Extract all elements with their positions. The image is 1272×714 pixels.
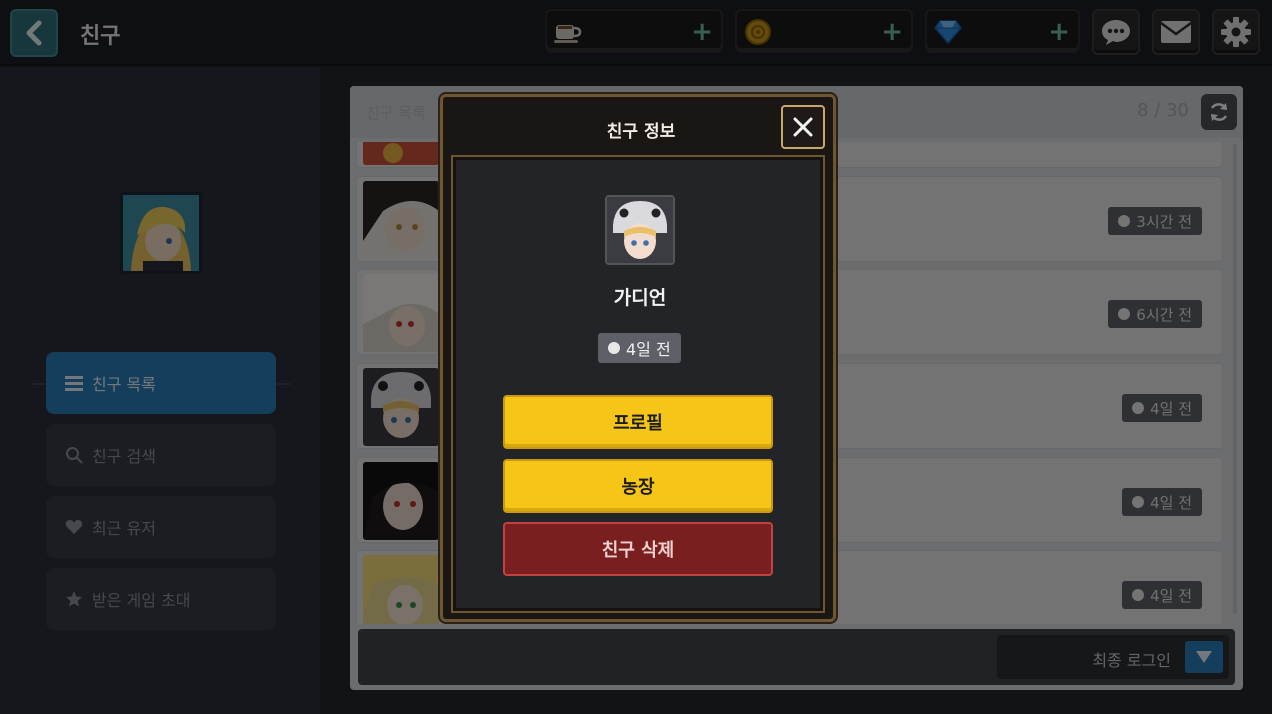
modal-body: 가디언 4일 전 프로필 농장 친구 삭제	[451, 155, 825, 613]
profile-button[interactable]: 프로필	[503, 395, 773, 449]
delete-friend-button[interactable]: 친구 삭제	[503, 522, 773, 576]
close-icon	[793, 117, 813, 137]
friend-portrait	[605, 195, 675, 265]
modal-title: 친구 정보	[606, 122, 676, 142]
friend-info-modal: 친구 정보 가디언 4일 전 프로필 농장 친구 삭제	[440, 94, 836, 622]
last-login-badge: 4일 전	[598, 333, 681, 363]
friend-name: 가디언	[613, 287, 667, 309]
close-button[interactable]	[781, 105, 825, 149]
farm-button[interactable]: 농장	[503, 459, 773, 513]
